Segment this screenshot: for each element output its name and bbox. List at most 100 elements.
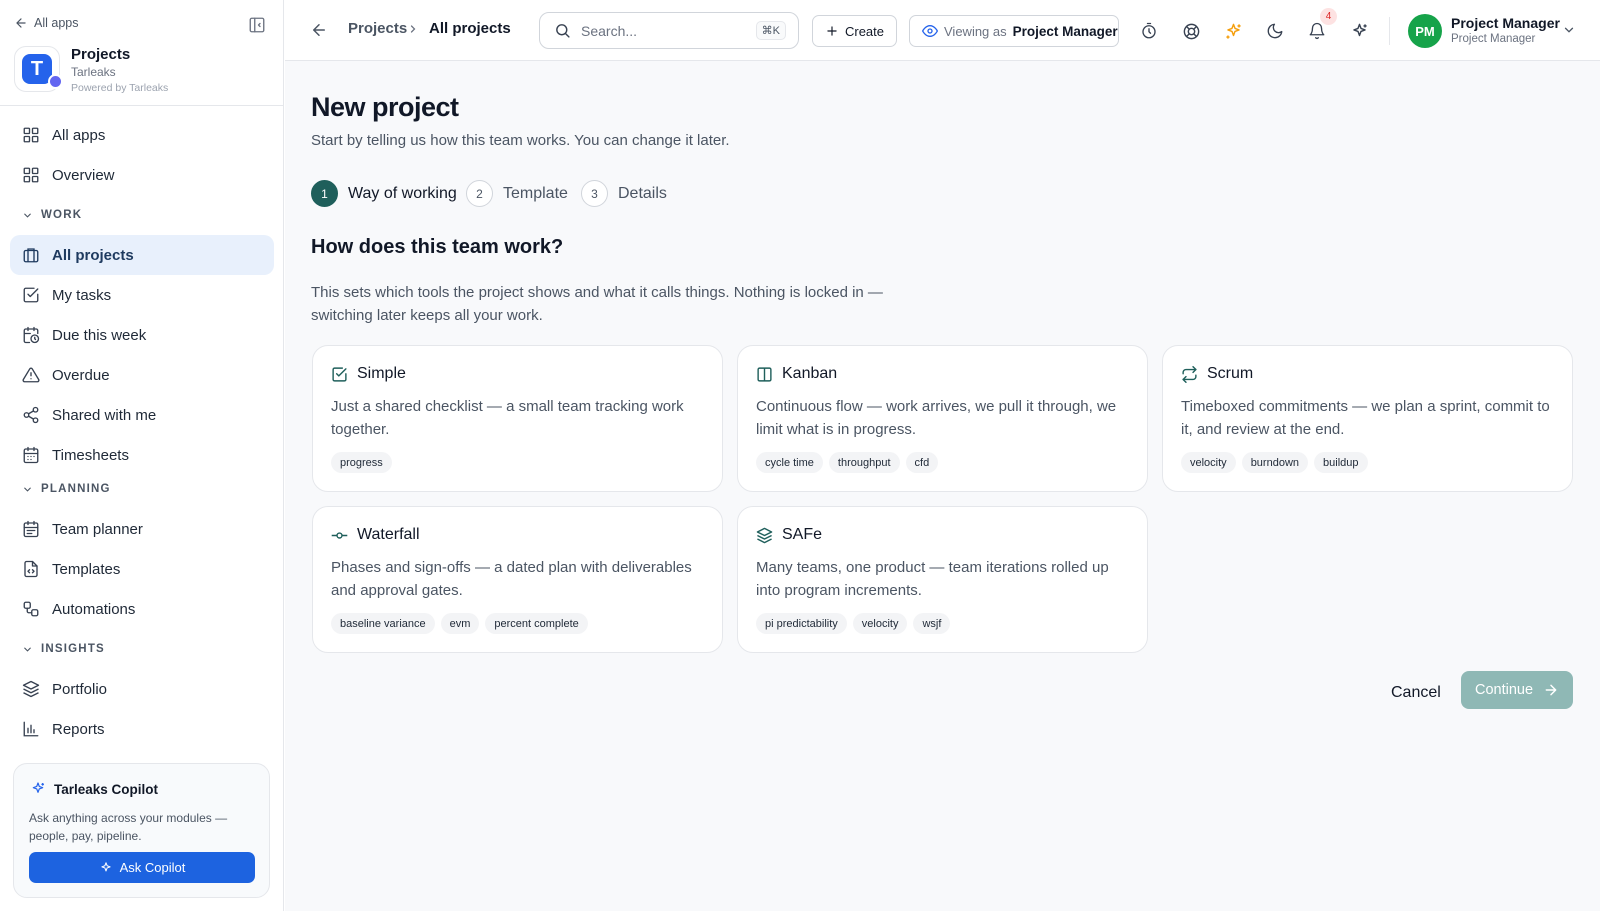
checkbox-icon: [22, 286, 40, 304]
user-menu-chevron[interactable]: [1562, 23, 1576, 37]
metric-tag: burndown: [1241, 452, 1309, 473]
sidebar-item-templates[interactable]: Templates: [10, 549, 274, 589]
search-shortcut: ⌘K: [755, 21, 786, 40]
timer-icon: [1140, 22, 1158, 40]
option-tags: pi predictability velocity wsjf: [756, 613, 951, 634]
app-org: Tarleaks: [71, 65, 116, 79]
sidebar-item-reports[interactable]: Reports: [10, 709, 274, 749]
cancel-button[interactable]: Cancel: [1391, 684, 1441, 702]
sidebar-item-label: Overview: [52, 166, 115, 184]
sparkles-icon: [99, 861, 113, 875]
grid-icon: [22, 166, 40, 184]
search-icon: [554, 22, 571, 39]
help-button[interactable]: [1180, 20, 1202, 42]
option-description: Phases and sign-offs — a dated plan with…: [331, 559, 692, 599]
step-way-of-working[interactable]: 1 Way of working: [311, 180, 457, 207]
metric-tag: pi predictability: [756, 613, 847, 634]
avatar[interactable]: PM: [1408, 14, 1442, 48]
option-card-simple[interactable]: Simple Just a shared checklist — a small…: [312, 345, 723, 492]
ask-copilot-button[interactable]: Ask Copilot: [29, 852, 255, 883]
copilot-title-label: Tarleaks Copilot: [54, 781, 159, 797]
continue-label: Continue: [1474, 682, 1534, 698]
user-name[interactable]: Project Manager: [1451, 15, 1560, 31]
option-title: Scrum: [1207, 365, 1254, 382]
option-card-header: Simple: [331, 365, 406, 383]
section-toggle-work[interactable]: WORK: [22, 209, 82, 221]
back-button[interactable]: [310, 21, 328, 39]
chevron-right-icon: [407, 23, 419, 35]
section-title-planning: PLANNING: [41, 483, 111, 495]
section-toggle-insights[interactable]: INSIGHTS: [22, 643, 105, 655]
option-card-header: Scrum: [1181, 365, 1253, 383]
layers-icon: [756, 527, 773, 544]
option-description: Continuous flow — work arrives, we pull …: [756, 398, 1117, 438]
step-details[interactable]: 3 Details: [581, 180, 667, 207]
option-card-kanban[interactable]: Kanban Continuous flow — work arrives, w…: [737, 345, 1148, 492]
copilot-panel: Tarleaks Copilot Ask anything across you…: [13, 763, 270, 898]
sidebar-item-automations[interactable]: Automations: [10, 589, 274, 629]
moon-icon: [1266, 22, 1284, 40]
app-logo: T: [14, 46, 63, 92]
metric-tag: progress: [331, 452, 392, 473]
search-input[interactable]: Search... ⌘K: [539, 12, 799, 49]
sidebar-item-overdue[interactable]: Overdue: [10, 355, 274, 395]
section-toggle-planning[interactable]: PLANNING: [22, 483, 111, 495]
sidebar-item-my-tasks[interactable]: My tasks: [10, 275, 274, 315]
chevron-down-icon: [22, 484, 33, 495]
sidebar-item-label: Reports: [52, 720, 105, 738]
sidebar-item-overview[interactable]: Overview: [10, 155, 274, 195]
user-role: Project Manager: [1451, 33, 1536, 45]
question-description: This sets which tools the project shows …: [311, 284, 883, 324]
sidebar-item-label: Overdue: [52, 366, 110, 384]
sidebar-item-shared-with-me[interactable]: Shared with me: [10, 395, 274, 435]
option-tags: cycle time throughput cfd: [756, 452, 939, 473]
metric-tag: buildup: [1314, 452, 1368, 473]
copilot-title: Tarleaks Copilot: [30, 781, 158, 797]
chevron-down-icon: [22, 644, 33, 655]
option-description: Timeboxed commitments — we plan a sprint…: [1181, 398, 1550, 438]
option-card-scrum[interactable]: Scrum Timeboxed commitments — we plan a …: [1162, 345, 1573, 492]
calendar-clock-icon: [22, 326, 40, 344]
whats-new-button[interactable]: [1222, 20, 1244, 42]
ask-copilot-label: Ask Copilot: [119, 860, 186, 875]
checkbox-icon: [331, 366, 348, 383]
app-logo-badge: [48, 74, 63, 89]
create-button[interactable]: Create: [812, 15, 897, 47]
breadcrumb-all-projects: All projects: [429, 20, 511, 37]
calendar-grid-icon: [22, 520, 40, 538]
sidebar-item-due-this-week[interactable]: Due this week: [10, 315, 274, 355]
app-name: Projects: [71, 46, 131, 63]
page-title: New project: [311, 92, 459, 122]
option-description: Just a shared checklist — a small team t…: [331, 398, 684, 438]
option-card-safe[interactable]: SAFe Many teams, one product — team iter…: [737, 506, 1148, 653]
ai-assistant-button[interactable]: [1348, 20, 1370, 42]
timer-button[interactable]: [1138, 20, 1160, 42]
arrow-left-icon: [310, 21, 328, 39]
viewing-as-selector[interactable]: Viewing as Project Manager: [909, 15, 1119, 47]
columns-icon: [756, 366, 773, 383]
option-description: Many teams, one product — team iteration…: [756, 559, 1109, 599]
metric-tag: cycle time: [756, 452, 823, 473]
collapse-sidebar-button[interactable]: [246, 14, 268, 36]
sidebar-item-team-planner[interactable]: Team planner: [10, 509, 274, 549]
plus-icon: [825, 24, 839, 38]
copilot-description: Ask anything across your modules — peopl…: [29, 811, 228, 843]
sidebar-item-label: Shared with me: [52, 406, 157, 424]
sidebar-item-all-projects[interactable]: All projects: [10, 235, 274, 275]
dark-mode-toggle[interactable]: [1264, 20, 1286, 42]
calendar-icon: [22, 446, 40, 464]
option-title: SAFe: [782, 526, 823, 543]
option-card-header: Kanban: [756, 365, 837, 383]
option-card-header: SAFe: [756, 526, 822, 544]
step-template[interactable]: 2 Template: [466, 180, 568, 207]
sparkles-icon: [1224, 22, 1243, 41]
sidebar-item-timesheets[interactable]: Timesheets: [10, 435, 274, 475]
sidebar-item-all-apps[interactable]: All apps: [10, 115, 274, 155]
option-card-waterfall[interactable]: Waterfall Phases and sign-offs — a dated…: [312, 506, 723, 653]
back-to-all-apps-link[interactable]: All apps: [14, 16, 78, 30]
continue-button[interactable]: Continue: [1461, 671, 1573, 709]
sidebar-item-portfolio[interactable]: Portfolio: [10, 669, 274, 709]
breadcrumb-projects[interactable]: Projects: [348, 20, 407, 37]
metric-tag: baseline variance: [331, 613, 435, 634]
sidebar-collapse-icon: [248, 16, 266, 34]
